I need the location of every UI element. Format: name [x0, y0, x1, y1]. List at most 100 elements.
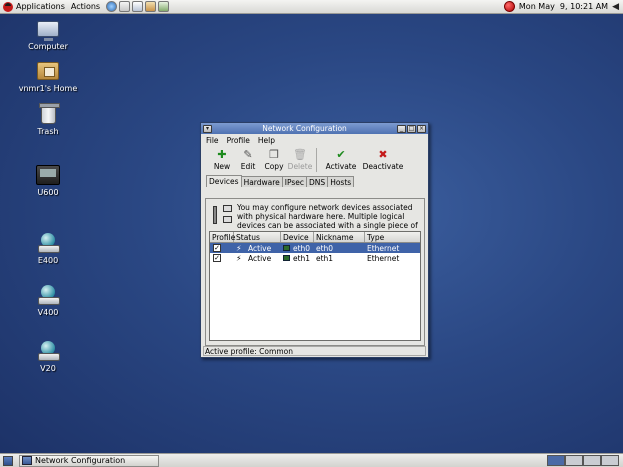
tab-devices[interactable]: Devices: [206, 175, 242, 187]
info-text: You may configure network devices associ…: [237, 203, 418, 239]
spectrometer-console-icon: [36, 164, 60, 186]
desktop-icon-v400[interactable]: V400: [13, 284, 83, 317]
network-globe-icon: [36, 340, 60, 362]
table-row[interactable]: ✓ ⚡ Active eth0 eth0 Ethernet: [210, 243, 420, 253]
window-icon: [22, 456, 32, 465]
copy-button[interactable]: ❐ Copy: [262, 148, 286, 171]
profile-cell: ✓: [210, 254, 234, 262]
profile-checkbox[interactable]: ✓: [213, 254, 221, 262]
delete-icon: 🗑: [293, 148, 307, 161]
tab-ipsec[interactable]: IPsec: [281, 176, 308, 187]
status-cell: ⚡ Active: [234, 254, 281, 263]
new-button[interactable]: ✚ New: [210, 148, 234, 171]
volume-icon[interactable]: ◀: [612, 2, 619, 12]
deactivate-button[interactable]: ✖ Deactivate: [362, 148, 404, 171]
menu-profile[interactable]: Profile: [227, 136, 250, 145]
column-header-device[interactable]: Device: [281, 232, 314, 242]
desktop-icon-v20[interactable]: V20: [13, 340, 83, 373]
type-cell: Ethernet: [367, 253, 400, 263]
device-text: eth0: [293, 243, 311, 253]
new-button-label: New: [213, 162, 231, 171]
activate-button-label: Activate: [325, 162, 357, 171]
desktop-icon-computer[interactable]: Computer: [13, 18, 83, 51]
profile-cell: ✓: [210, 244, 234, 252]
toolbar-separator: [316, 148, 317, 172]
column-header-profile[interactable]: Profile: [210, 232, 235, 242]
workspace-4[interactable]: [601, 455, 619, 466]
window-title: Network Configuration: [262, 124, 347, 133]
desktop-icon-label: Computer: [28, 42, 68, 51]
writer-launcher-icon[interactable]: [132, 1, 144, 12]
device-cell: eth1: [281, 254, 314, 263]
close-icon[interactable]: ×: [417, 124, 426, 133]
desktop-icon-label: V400: [37, 308, 59, 317]
menu-file[interactable]: File: [206, 136, 219, 145]
taskbar-label: Network Configuration: [35, 456, 126, 465]
window-menu-icon[interactable]: ▾: [203, 124, 212, 133]
applications-menu[interactable]: Applications: [0, 0, 68, 14]
desktop-icon-label: U600: [37, 188, 59, 197]
desktop-icon-label: vnmr1's Home: [18, 84, 78, 93]
top-panel: Applications Actions Mon May 9, 10:21 AM…: [0, 0, 623, 14]
desktop-icon-u600[interactable]: U600: [13, 164, 83, 197]
clock-area: Mon May 9, 10:21 AM ◀: [503, 0, 623, 14]
tab-dns[interactable]: DNS: [306, 176, 329, 187]
desktop-icon-trash[interactable]: Trash: [13, 102, 83, 136]
column-header-status[interactable]: Status: [234, 232, 281, 242]
profile-checkbox[interactable]: ✓: [213, 244, 221, 252]
presentation-launcher-icon[interactable]: [145, 1, 157, 12]
info-row: You may configure network devices associ…: [206, 199, 424, 239]
spreadsheet-launcher-icon[interactable]: [158, 1, 170, 12]
applications-menu-label: Applications: [16, 2, 65, 11]
tab-hosts[interactable]: Hosts: [327, 176, 355, 187]
nickname-cell: eth0: [316, 243, 334, 253]
workspace-1[interactable]: [547, 455, 565, 466]
clock[interactable]: Mon May 9, 10:21 AM: [519, 2, 608, 11]
mail-launcher-icon[interactable]: [119, 1, 131, 12]
status-bar: Active profile: Common: [203, 346, 426, 356]
network-configuration-window: ▾ Network Configuration _ □ × File Profi…: [200, 122, 429, 358]
desktop-icon-label: E400: [37, 256, 59, 265]
maximize-icon[interactable]: □: [407, 124, 416, 133]
deactivate-button-label: Deactivate: [362, 162, 404, 171]
desktop-icon-home[interactable]: vnmr1's Home: [13, 60, 83, 93]
workspace-2[interactable]: [565, 455, 583, 466]
network-card-icon: [283, 255, 290, 261]
delete-button[interactable]: 🗑 Delete: [287, 148, 313, 171]
new-icon: ✚: [217, 148, 227, 161]
actions-menu[interactable]: Actions: [68, 0, 103, 14]
edit-button[interactable]: ✎ Edit: [236, 148, 260, 171]
activate-button[interactable]: ✔ Activate: [321, 148, 361, 171]
desktop-icon-label: Trash: [37, 127, 59, 136]
device-text: eth1: [293, 253, 311, 263]
minimize-icon[interactable]: _: [397, 124, 406, 133]
copy-button-label: Copy: [264, 162, 284, 171]
type-cell: Ethernet: [367, 243, 400, 253]
bottom-panel: Network Configuration: [0, 453, 623, 467]
status-text: Active: [248, 243, 272, 253]
devices-tab-page: You may configure network devices associ…: [205, 198, 425, 346]
edit-icon: ✎: [243, 148, 253, 161]
devices-table: Profile Status Device Nickname Type ✓ ⚡ A…: [209, 231, 421, 341]
network-hardware-icon: [209, 203, 235, 227]
update-alert-icon[interactable]: [503, 1, 515, 12]
table-header: Profile Status Device Nickname Type: [210, 232, 420, 243]
browser-launcher-icon[interactable]: [106, 1, 118, 12]
taskbar-network-configuration[interactable]: Network Configuration: [19, 454, 159, 467]
tab-hardware[interactable]: Hardware: [240, 176, 283, 187]
menu-bar: File Profile Help: [201, 134, 428, 146]
network-globe-icon: [36, 232, 60, 254]
launcher-bar: [106, 1, 170, 12]
menu-help[interactable]: Help: [258, 136, 275, 145]
workspace-3[interactable]: [583, 455, 601, 466]
column-header-nickname[interactable]: Nickname: [314, 232, 365, 242]
show-desktop-icon[interactable]: [3, 455, 13, 466]
home-folder-icon: [36, 60, 60, 82]
window-titlebar[interactable]: ▾ Network Configuration _ □ ×: [201, 123, 428, 134]
redhat-logo-icon: [3, 1, 13, 12]
table-row[interactable]: ✓ ⚡ Active eth1 eth1 Ethernet: [210, 253, 420, 263]
column-header-type[interactable]: Type: [365, 232, 420, 242]
delete-button-label: Delete: [287, 162, 313, 171]
desktop-icon-e400[interactable]: E400: [13, 232, 83, 265]
nickname-cell: eth1: [316, 253, 334, 263]
